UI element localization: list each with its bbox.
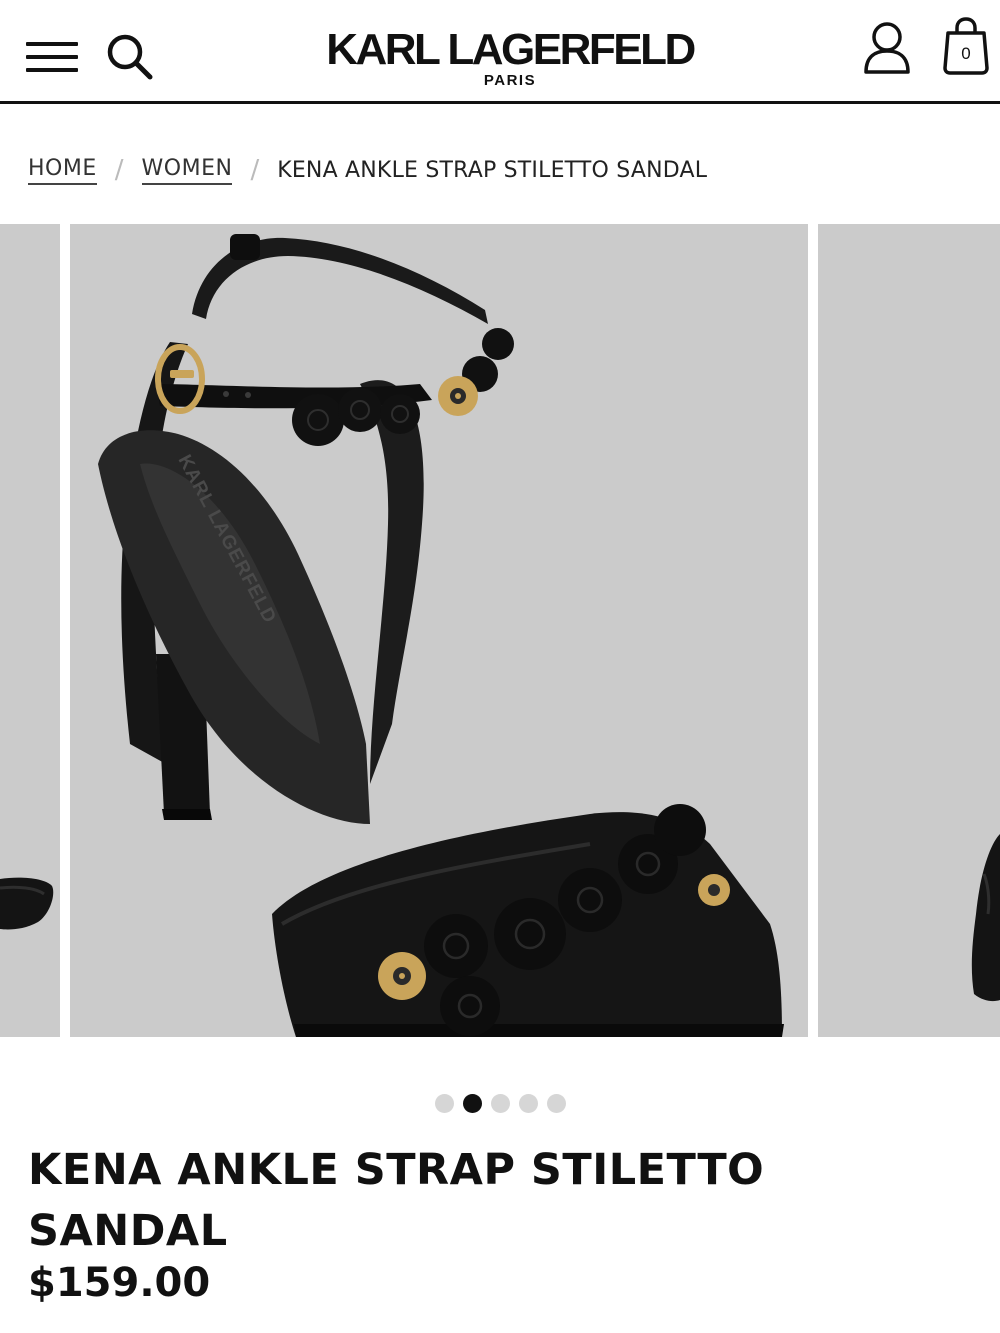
breadcrumb-separator: / [114,155,124,185]
breadcrumb-home-link[interactable]: HOME [28,156,97,185]
carousel-previous-slide[interactable] [0,224,60,1037]
product-price: $159.00 [28,1260,211,1306]
hamburger-menu-icon[interactable] [26,38,80,78]
brand-sub: PARIS [483,72,537,89]
product-image-main[interactable]: KARL LAGERFELD [70,224,808,1037]
carousel-dot-4[interactable] [518,1093,538,1113]
product-title: KENA ANKLE STRAP STILETTO SANDAL [28,1145,765,1256]
breadcrumb-women-link[interactable]: WOMEN [141,156,233,185]
carousel-pagination [0,1093,1000,1113]
carousel-dot-3[interactable] [490,1093,510,1113]
breadcrumb-separator: / [250,155,260,185]
breadcrumb: HOME / WOMEN / KENA ANKLE STRAP STILETTO… [28,150,707,190]
carousel-dot-5[interactable] [546,1093,566,1113]
user-icon[interactable] [862,20,912,76]
carousel-dot-1[interactable] [434,1093,454,1113]
brand-name: KARL LAGERFELD [326,25,696,74]
search-icon[interactable] [104,31,156,83]
carousel-dot-2[interactable] [462,1093,482,1113]
bag-count-badge: 0 [961,44,971,63]
breadcrumb-current-page: KENA ANKLE STRAP STILETTO SANDAL [277,157,708,183]
carousel-next-slide[interactable] [818,224,1000,1037]
site-header: KARL LAGERFELD PARIS 0 [0,0,1000,104]
brand-logo[interactable]: KARL LAGERFELD PARIS [300,28,720,90]
shopping-bag-icon[interactable]: 0 [940,16,992,76]
product-image-carousel[interactable]: KARL LAGERFELD [0,224,1000,1037]
